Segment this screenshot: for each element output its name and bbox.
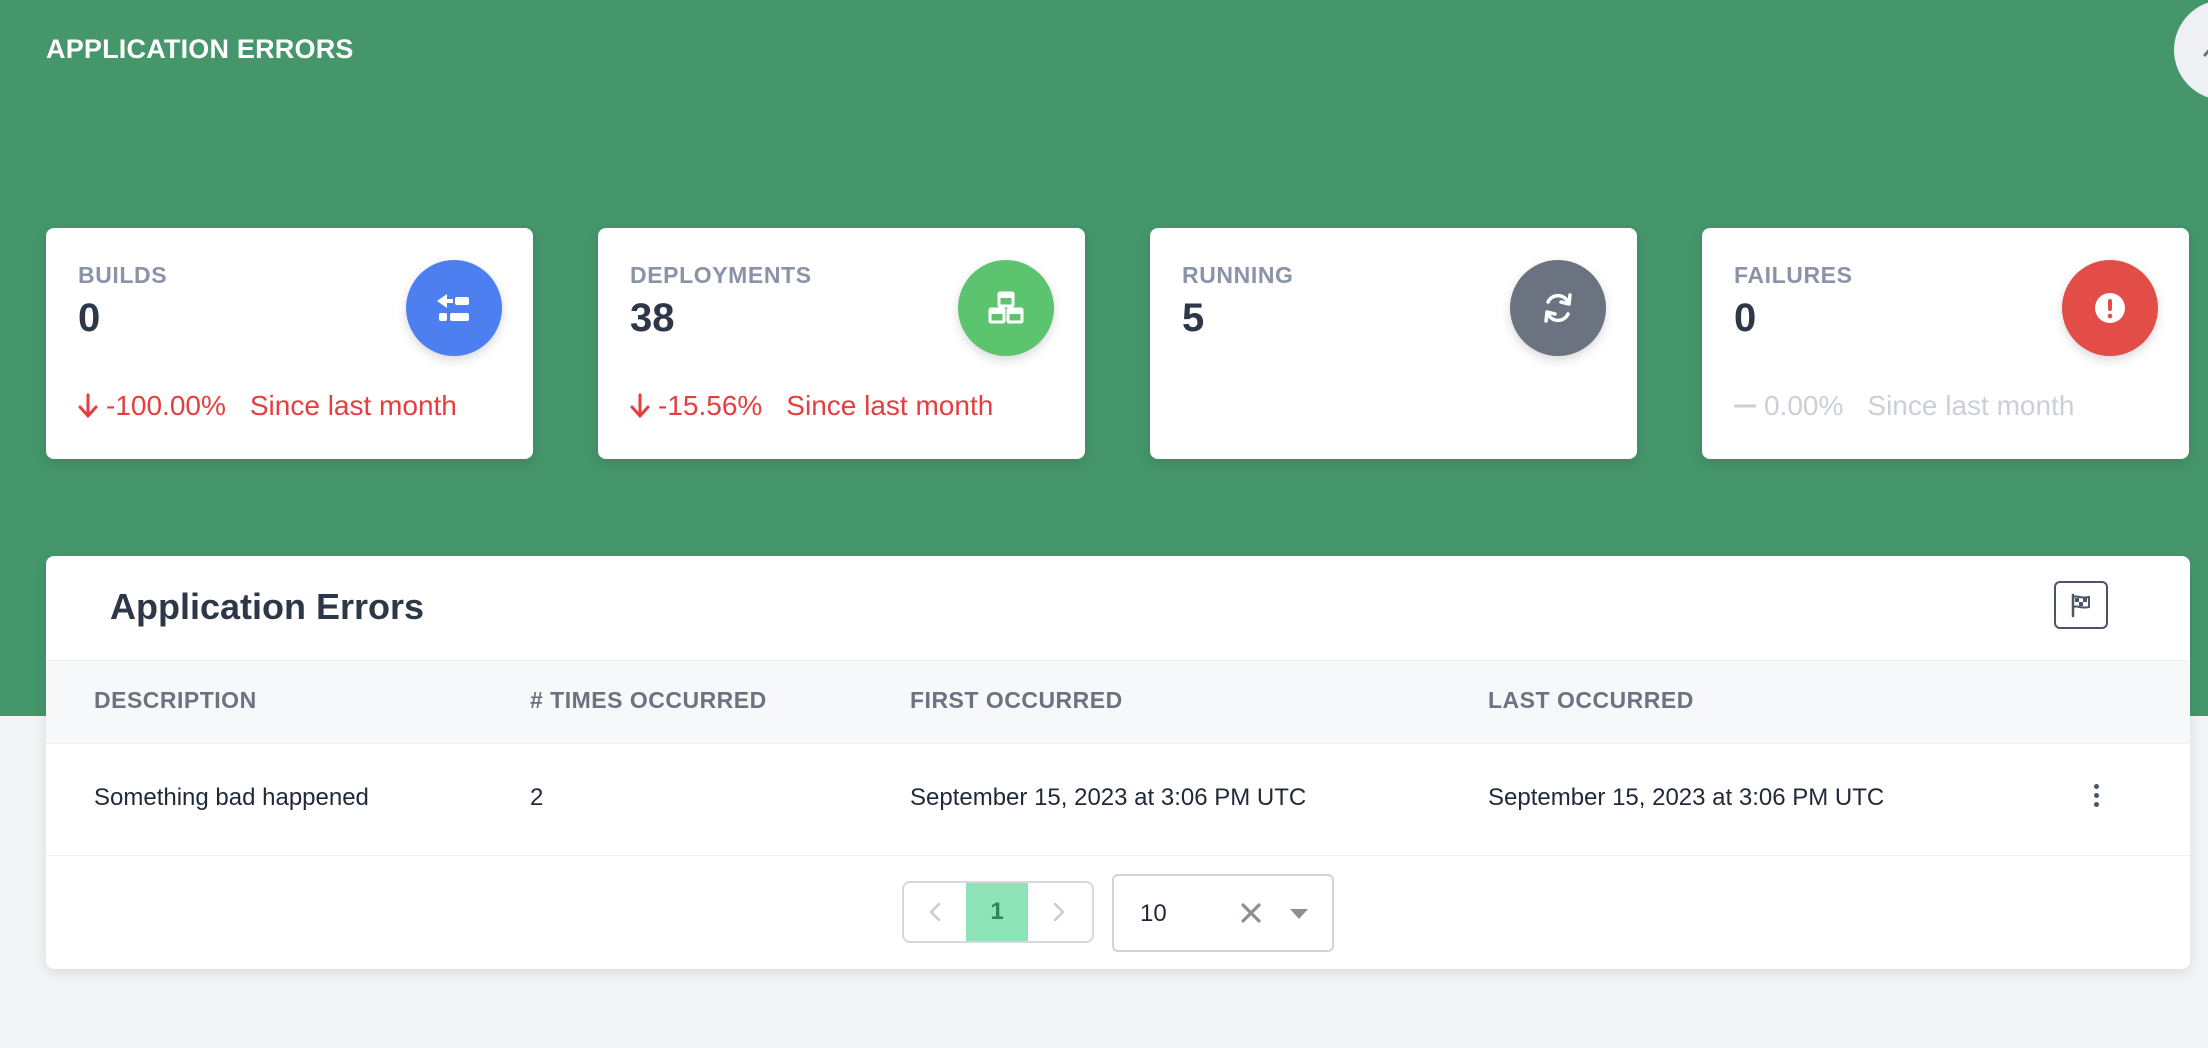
application-errors-panel: Application Errors DESCRIPTION # TIMES O… bbox=[46, 556, 2190, 969]
trend-percent: 0.00% bbox=[1734, 390, 1843, 422]
stat-trend: 0.00% Since last month bbox=[1734, 390, 2074, 422]
cell-description: Something bad happened bbox=[94, 784, 369, 811]
stat-card-failures: FAILURES 0 0.00% Since last month bbox=[1702, 228, 2189, 459]
cubes-icon bbox=[958, 260, 1054, 356]
clear-icon[interactable] bbox=[1236, 898, 1266, 928]
table-header: DESCRIPTION # TIMES OCCURRED FIRST OCCUR… bbox=[46, 660, 2190, 744]
table-row[interactable]: Something bad happened 2 September 15, 2… bbox=[46, 743, 2190, 856]
stat-trend: -100.00% Since last month bbox=[78, 390, 457, 422]
trend-text: Since last month bbox=[1867, 390, 2075, 421]
flag-checkered-icon bbox=[2071, 593, 2090, 618]
trend-value: -100.00% bbox=[106, 390, 226, 421]
trend-percent: -15.56% bbox=[630, 390, 762, 422]
column-header-last-occurred[interactable]: LAST OCCURRED bbox=[1488, 687, 1694, 714]
arrow-down-icon bbox=[630, 393, 650, 418]
page-number-button[interactable]: 1 bbox=[966, 883, 1028, 941]
trend-text: Since last month bbox=[786, 390, 994, 421]
trend-text: Since last month bbox=[249, 390, 457, 421]
exclamation-circle-icon bbox=[2062, 260, 2158, 356]
stat-label: BUILDS bbox=[78, 262, 168, 288]
stat-label: RUNNING bbox=[1182, 262, 1294, 288]
trend-percent: -100.00% bbox=[78, 390, 226, 422]
stat-card-deployments: DEPLOYMENTS 38 -15.56% Since last month bbox=[598, 228, 1085, 459]
per-page-value: 10 bbox=[1140, 900, 1167, 927]
trend-value: -15.56% bbox=[658, 390, 763, 421]
stat-value: 0 bbox=[78, 296, 101, 340]
prev-page-button[interactable] bbox=[904, 883, 966, 941]
column-header-description[interactable]: DESCRIPTION bbox=[94, 687, 257, 714]
chevron-right-icon bbox=[1053, 902, 1065, 922]
stat-label: DEPLOYMENTS bbox=[630, 262, 812, 288]
next-page-button[interactable] bbox=[1028, 883, 1090, 941]
cell-times-occurred: 2 bbox=[530, 784, 544, 811]
cell-first-occurred: September 15, 2023 at 3:06 PM UTC bbox=[910, 784, 1307, 811]
arrow-down-icon bbox=[78, 393, 98, 418]
trend-value: 0.00% bbox=[1764, 390, 1844, 421]
row-actions-icon[interactable] bbox=[2086, 777, 2106, 813]
stat-trend: -15.56% Since last month bbox=[630, 390, 993, 422]
chevron-left-icon bbox=[929, 902, 941, 922]
sync-icon bbox=[1510, 260, 1606, 356]
stat-value: 38 bbox=[630, 296, 675, 340]
stat-card-builds: BUILDS 0 -100.00% Since last month bbox=[46, 228, 533, 459]
flag-button[interactable] bbox=[2054, 581, 2108, 629]
stat-value: 5 bbox=[1182, 296, 1205, 340]
builds-icon bbox=[406, 260, 502, 356]
panel-title: Application Errors bbox=[110, 586, 425, 627]
user-avatar[interactable] bbox=[2174, 0, 2208, 100]
column-header-times-occurred[interactable]: # TIMES OCCURRED bbox=[530, 687, 767, 714]
column-header-first-occurred[interactable]: FIRST OCCURRED bbox=[910, 687, 1123, 714]
per-page-select[interactable]: 10 bbox=[1112, 874, 1334, 952]
pagination: 1 bbox=[902, 881, 1094, 943]
cell-last-occurred: September 15, 2023 at 3:06 PM UTC bbox=[1488, 784, 1885, 811]
stat-label: FAILURES bbox=[1734, 262, 1853, 288]
caret-down-icon[interactable] bbox=[1288, 906, 1310, 922]
stat-card-running: RUNNING 5 bbox=[1150, 228, 1637, 459]
minus-icon bbox=[1734, 404, 1756, 408]
page-title: APPLICATION ERRORS bbox=[46, 34, 354, 64]
stat-value: 0 bbox=[1734, 296, 1757, 340]
